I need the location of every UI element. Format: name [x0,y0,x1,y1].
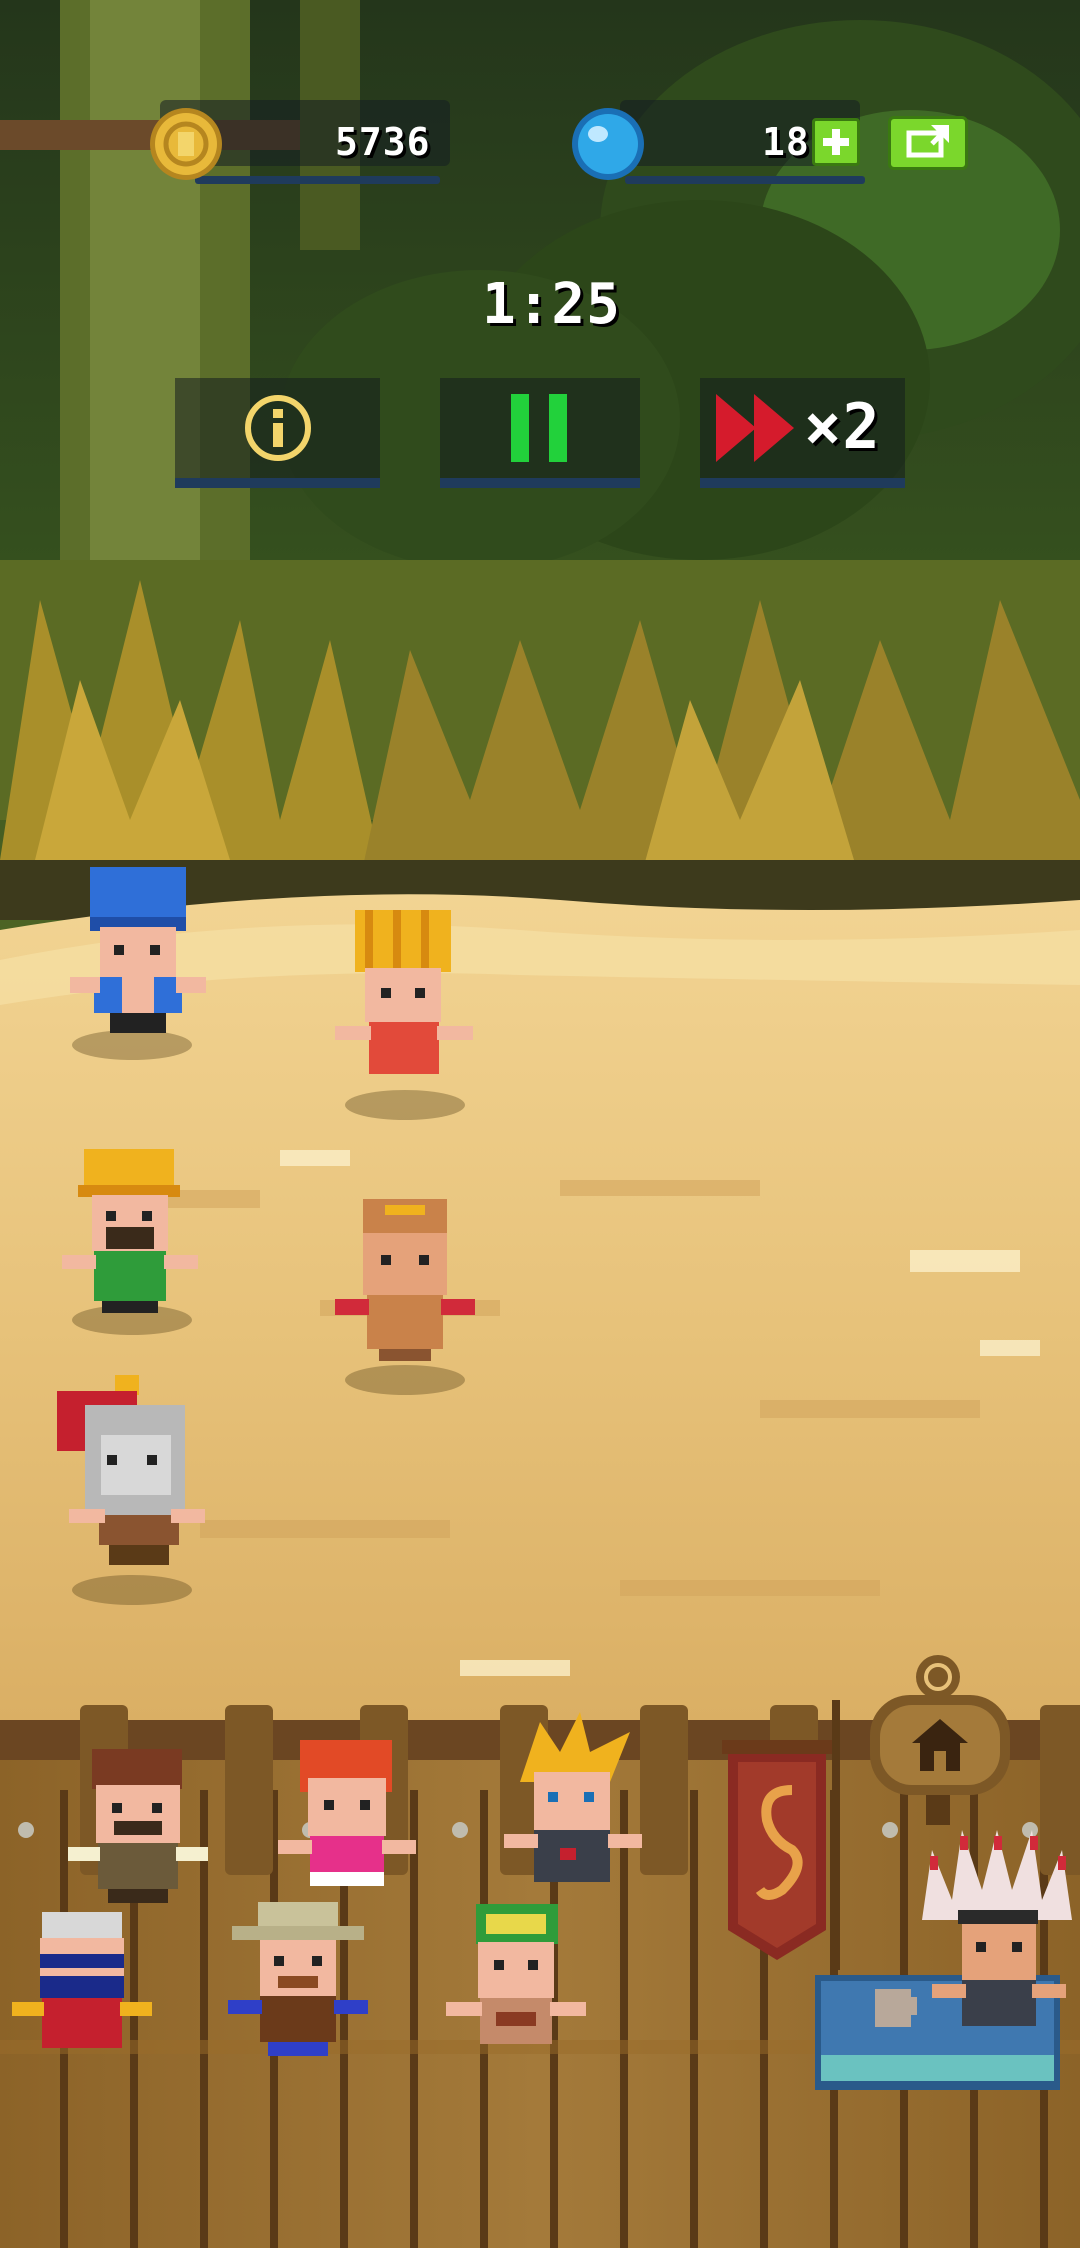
pause-button-underline [440,478,640,488]
bench-hero-brown-haired-farmer[interactable] [68,1745,208,1909]
arena-fighter-monk[interactable] [335,1195,475,1369]
pause-button[interactable] [440,378,640,488]
arena-fighter-red-crested-gladiator[interactable] [55,1375,205,1579]
coin-count: 5736 [335,120,431,164]
coin-icon [148,106,224,182]
bench-hero-masked-bandit[interactable] [12,1910,152,2074]
pause-icon [511,394,567,462]
gem-count: 18 [762,120,810,164]
add-gems-button[interactable] [812,118,860,166]
arena-fighter-blue-helmet[interactable] [68,865,208,1039]
match-timer: 1:25 [482,272,621,337]
bench-hero-green-haired-warrior[interactable] [446,1902,586,2076]
info-button-underline [175,478,380,488]
fast-forward-icon [716,394,794,462]
coin-counter-underline [195,176,440,184]
gem-counter-underline [625,176,865,184]
shopkeeper-feathered-chief[interactable] [912,1830,1080,2034]
character-shadow [345,1090,465,1120]
bench-hero-cowboy[interactable] [228,1900,368,2074]
info-icon [245,395,311,461]
speed-button[interactable]: ×2 [700,378,905,488]
speed-button-underline [700,478,905,488]
character-shadow [72,1575,192,1605]
home-icon [912,1719,968,1771]
info-button[interactable] [175,378,380,488]
bench-hero-spiky-blond-swordsman[interactable] [490,1712,650,1906]
team-banner [722,1680,852,1970]
arena-fighter-golden-crown[interactable] [335,908,475,1092]
gem-icon [570,106,646,182]
share-button[interactable] [888,116,968,170]
bench-hero-red-haired-girl[interactable] [278,1738,418,1902]
share-icon [906,125,949,158]
speed-multiplier: ×2 [804,390,881,463]
arena-fighter-hardhat-merchant[interactable] [62,1145,202,1319]
shop-sign-button[interactable] [866,1655,1016,1825]
plus-icon [823,129,849,155]
character-shadow [345,1365,465,1395]
